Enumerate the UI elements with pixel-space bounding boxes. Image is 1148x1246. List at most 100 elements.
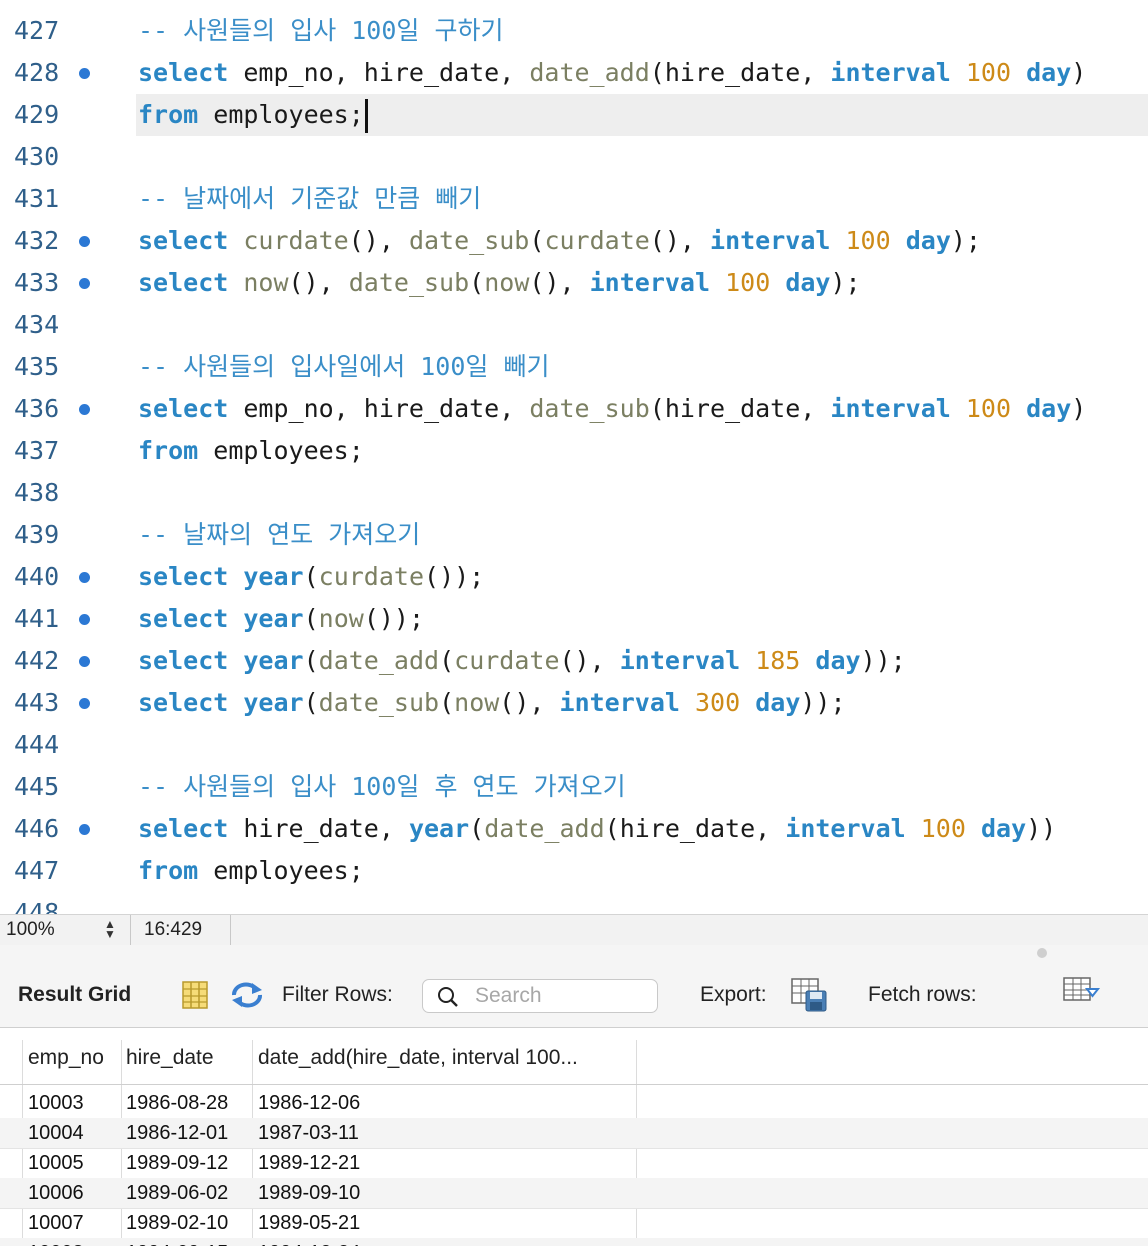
table-cell[interactable]: 10003: [28, 1088, 84, 1118]
table-row[interactable]: 10006 1989-06-02 1989-09-10: [0, 1178, 1148, 1209]
code-line[interactable]: 440 select year(curdate());: [0, 556, 1148, 598]
code-line[interactable]: 435 -- 사원들의 입사일에서 100일 빼기: [0, 346, 1148, 388]
code-line[interactable]: 442 select year(date_add(curdate(), inter…: [0, 640, 1148, 682]
code-line[interactable]: 445 -- 사원들의 입사 100일 후 연도 가져오기: [0, 766, 1148, 808]
grid-layout-icon[interactable]: [182, 981, 208, 1014]
code-token: (: [469, 814, 485, 843]
code-text: select emp_no, hire_date, date_add(hire_…: [138, 52, 1086, 94]
table-row[interactable]: 10007 1989-02-10 1989-05-21: [0, 1208, 1148, 1239]
statement-marker-icon[interactable]: [79, 572, 90, 583]
statement-marker-icon[interactable]: [79, 698, 90, 709]
table-cell[interactable]: 1989-12-21: [258, 1148, 360, 1178]
line-number: 427: [14, 16, 60, 45]
table-cell[interactable]: 1989-09-12: [126, 1148, 228, 1178]
code-line[interactable]: 447 from employees;: [0, 850, 1148, 892]
table-row[interactable]: 10003 1986-08-28 1986-12-06: [0, 1088, 1148, 1119]
statement-marker-icon[interactable]: [79, 278, 90, 289]
code-text: select year(now());: [138, 598, 424, 640]
table-row[interactable]: 10005 1989-09-12 1989-12-21: [0, 1148, 1148, 1179]
code-line[interactable]: 443 select year(date_sub(now(), interval …: [0, 682, 1148, 724]
code-line[interactable]: 446 select hire_date, year(date_add(hire_…: [0, 808, 1148, 850]
table-cell[interactable]: 10004: [28, 1118, 84, 1148]
statement-marker-icon[interactable]: [79, 824, 90, 835]
line-number: 446: [14, 814, 60, 843]
column-header-hire-date[interactable]: hire_date: [126, 1040, 248, 1086]
table-cell[interactable]: 1989-02-10: [126, 1208, 228, 1238]
table-cell[interactable]: 1994-09-15: [126, 1238, 228, 1246]
sql-editor[interactable]: 427 -- 사원들의 입사 100일 구하기 428 select emp_no, …: [0, 0, 1148, 914]
code-line[interactable]: 431 -- 날짜에서 기준값 만큼 빼기: [0, 178, 1148, 220]
code-token: employees;: [198, 100, 364, 129]
code-line[interactable]: 428 select emp_no, hire_date, date_add(hi…: [0, 52, 1148, 94]
code-token: interval: [830, 58, 951, 87]
code-token: select: [138, 604, 229, 633]
code-line[interactable]: 438: [0, 472, 1148, 514]
table-row[interactable]: 10004 1986-12-01 1987-03-11: [0, 1118, 1148, 1149]
table-cell[interactable]: 1986-12-01: [126, 1118, 228, 1148]
code-line[interactable]: 429 from employees;: [0, 94, 1148, 136]
code-token: day: [980, 814, 1027, 843]
zoom-level[interactable]: 100%: [6, 915, 55, 945]
column-header-date-add[interactable]: date_add(hire_date, interval 100...: [258, 1040, 632, 1086]
zoom-stepper-icon[interactable]: ▲ ▼: [104, 918, 116, 940]
table-cell[interactable]: 10007: [28, 1208, 84, 1238]
code-token: date_sub: [318, 688, 440, 717]
statement-marker-icon[interactable]: [79, 68, 90, 79]
table-row[interactable]: 10008 1994-09-15 1994-12-24: [0, 1238, 1148, 1246]
code-token: year: [243, 688, 304, 717]
table-cell[interactable]: 1987-03-11: [258, 1118, 359, 1148]
code-line[interactable]: 436 select emp_no, hire_date, date_sub(hi…: [0, 388, 1148, 430]
code-token: now: [454, 688, 500, 717]
resize-handle[interactable]: [1037, 948, 1047, 958]
code-line[interactable]: 441 select year(now());: [0, 598, 1148, 640]
status-divider: [230, 915, 231, 945]
export-icon[interactable]: [790, 977, 828, 1018]
code-line[interactable]: 448: [0, 892, 1148, 914]
code-token: year: [243, 646, 304, 675]
code-line[interactable]: 427 -- 사원들의 입사 100일 구하기: [0, 10, 1148, 52]
table-cell[interactable]: 1994-12-24: [258, 1238, 360, 1246]
table-cell[interactable]: 10008: [28, 1238, 84, 1246]
code-token: 185: [755, 646, 801, 675]
code-line[interactable]: 437 from employees;: [0, 430, 1148, 472]
code-token: curdate: [454, 646, 560, 675]
code-token: -- 사원들의 입사일에서 100일 빼기: [138, 352, 550, 381]
code-token: (: [439, 688, 455, 717]
code-line[interactable]: 432 select curdate(), date_sub(curdate(),…: [0, 220, 1148, 262]
table-cell[interactable]: 1989-06-02: [126, 1178, 228, 1208]
refresh-icon[interactable]: [230, 981, 264, 1014]
table-cell[interactable]: 1989-05-21: [258, 1208, 360, 1238]
table-cell[interactable]: 10005: [28, 1148, 84, 1178]
statement-marker-icon[interactable]: [79, 236, 90, 247]
line-number: 433: [14, 268, 60, 297]
code-line[interactable]: 444: [0, 724, 1148, 766]
table-cell[interactable]: 1989-09-10: [258, 1178, 360, 1208]
code-line[interactable]: 434: [0, 304, 1148, 346]
code-line[interactable]: 430: [0, 136, 1148, 178]
code-token: date_add: [529, 58, 650, 87]
table-cell[interactable]: 10006: [28, 1178, 84, 1208]
code-line[interactable]: 433 select now(), date_sub(now(), interva…: [0, 262, 1148, 304]
table-cell[interactable]: 1986-08-28: [126, 1088, 228, 1118]
statement-marker-icon[interactable]: [79, 404, 90, 415]
code-line[interactable]: 439 -- 날짜의 연도 가져오기: [0, 514, 1148, 556]
code-token: day: [785, 268, 831, 297]
code-text: select year(curdate());: [138, 556, 484, 598]
code-token: (hire_date,: [604, 814, 786, 843]
code-token: select: [138, 688, 229, 717]
code-token: 300: [695, 688, 741, 717]
result-grid[interactable]: emp_no hire_date date_add(hire_date, int…: [0, 1028, 1148, 1246]
filter-search-input[interactable]: Search: [422, 979, 658, 1013]
statement-marker-icon[interactable]: [79, 656, 90, 667]
fetch-rows-icon[interactable]: [1062, 975, 1102, 1010]
line-number: 431: [14, 184, 60, 213]
code-text: select curdate(), date_sub(curdate(), in…: [138, 220, 981, 262]
line-number: 438: [14, 478, 60, 507]
column-header-emp-no[interactable]: emp_no: [28, 1040, 118, 1086]
statement-marker-icon[interactable]: [79, 614, 90, 625]
code-token: year: [243, 562, 304, 591]
table-cell[interactable]: 1986-12-06: [258, 1088, 360, 1118]
code-token: (: [303, 646, 319, 675]
line-number: 441: [14, 604, 60, 633]
